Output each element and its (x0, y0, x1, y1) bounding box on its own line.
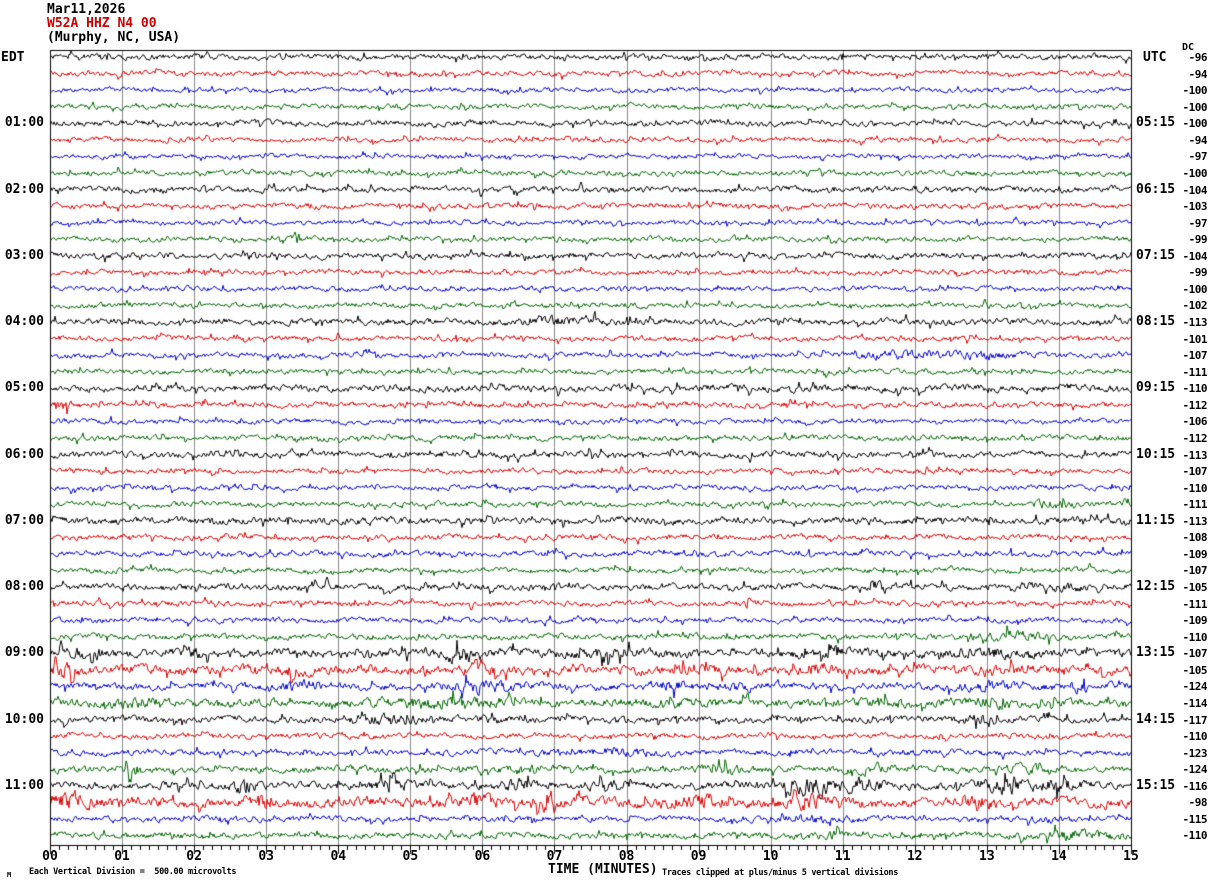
dc-offset-value: -111 (1182, 498, 1208, 512)
dc-offset-value: -105 (1182, 581, 1208, 594)
utc-time-label: 06:15 (1136, 181, 1176, 197)
dc-offset-value: -100 (1182, 84, 1208, 98)
utc-time-label: 13:15 (1136, 645, 1176, 661)
edt-time-label: 01:00 (4, 115, 44, 131)
dc-offset-value: -106 (1182, 415, 1208, 429)
dc-offset-value: -105 (1182, 663, 1208, 677)
title-station: W52A HHZ N4 00 (47, 16, 157, 31)
dc-offset-value: -124 (1182, 680, 1208, 694)
dc-offset-value: -113 (1182, 448, 1208, 462)
dc-offset-value: -94 (1188, 67, 1208, 81)
dc-offset-value: -110 (1182, 382, 1208, 396)
utc-time-label: 08:15 (1136, 314, 1176, 329)
dc-offset-value: -111 (1182, 597, 1208, 611)
dc-offset-value: -113 (1182, 316, 1208, 329)
edt-time-label: 08:00 (4, 579, 44, 594)
utc-time-label: 14:15 (1136, 711, 1176, 727)
edt-time-label: 04:00 (4, 314, 44, 329)
edt-time-label: 10:00 (4, 711, 44, 727)
dc-offset-value: -100 (1182, 100, 1208, 114)
dc-offset-value: -112 (1182, 431, 1208, 445)
edt-time-label: 11:00 (4, 777, 44, 793)
dc-offset-value: -99 (1188, 266, 1208, 280)
dc-offset-value: -110 (1182, 630, 1208, 644)
dc-offset-value: -96 (1188, 51, 1208, 64)
dc-offset-value: -98 (1188, 796, 1208, 810)
utc-time-label: 11:15 (1136, 512, 1176, 528)
x-tick-label: 13 (979, 849, 995, 864)
x-tick-label: 03 (258, 849, 275, 864)
dc-offset-value: -99 (1188, 233, 1208, 247)
x-tick-label: 01 (114, 849, 130, 864)
dc-offset-value: -123 (1182, 746, 1208, 760)
dc-offset-value: -102 (1182, 299, 1208, 313)
dc-offset-value: -107 (1182, 465, 1208, 479)
dc-offset-value: -111 (1182, 365, 1208, 379)
utc-time-label: 07:15 (1136, 247, 1176, 263)
dc-offset-value: -110 (1182, 730, 1208, 744)
dc-offset-value: -109 (1182, 614, 1208, 628)
utc-time-label: 10:15 (1136, 446, 1176, 462)
utc-time-label: 05:15 (1136, 115, 1176, 131)
dc-offset-value: -110 (1182, 481, 1208, 495)
dc-offset-value: -110 (1182, 829, 1208, 843)
x-tick-label: 05 (402, 849, 419, 864)
edt-time-label: 05:00 (4, 380, 44, 396)
dc-offset-value: -113 (1182, 514, 1208, 528)
dc-offset-value: -103 (1182, 200, 1208, 214)
dc-offset-value: -112 (1182, 398, 1208, 412)
x-tick-label: 15 (1123, 849, 1139, 864)
dc-offset-value: -94 (1188, 133, 1208, 147)
x-tick-label: 10 (762, 849, 779, 864)
dc-offset-value: -97 (1188, 150, 1208, 164)
edt-header: EDT (1, 50, 25, 65)
dc-offset-value: -115 (1182, 812, 1208, 826)
dc-offset-value: -116 (1182, 779, 1208, 793)
utc-header: UTC (1143, 50, 1167, 65)
dc-offset-value: -97 (1188, 216, 1208, 230)
x-axis-title: TIME (MINUTES) (548, 862, 658, 877)
dc-offset-value: -101 (1182, 332, 1208, 346)
utc-time-label: 15:15 (1136, 777, 1176, 793)
edt-time-label: 09:00 (4, 645, 44, 661)
dc-offset-value: -104 (1182, 249, 1208, 263)
x-tick-label: 02 (186, 849, 202, 864)
edt-time-label: 02:00 (4, 181, 44, 197)
x-tick-label: 09 (690, 849, 707, 864)
dc-offset-value: -100 (1182, 282, 1208, 296)
dc-offset-value: -104 (1182, 183, 1208, 197)
dc-offset-value: -107 (1182, 349, 1208, 363)
dc-offset-value: -114 (1182, 696, 1208, 710)
x-tick-label: 12 (906, 849, 923, 864)
utc-time-label: 09:15 (1136, 380, 1176, 396)
dc-offset-value: -109 (1182, 547, 1208, 561)
edt-time-label: 06:00 (4, 446, 44, 462)
title-date: Mar11,2026 (47, 2, 126, 17)
dc-offset-value: -100 (1182, 117, 1208, 131)
x-tick-label: 00 (42, 849, 58, 864)
utc-time-label: 12:15 (1136, 579, 1176, 594)
x-tick-label: 04 (330, 849, 347, 864)
seismogram-canvas (0, 0, 1210, 886)
title-location: (Murphy, NC, USA) (47, 30, 181, 45)
dc-offset-value: -107 (1182, 564, 1208, 578)
edt-time-label: 07:00 (4, 512, 44, 528)
dc-offset-value: -107 (1182, 647, 1208, 661)
dc-offset-value: -124 (1182, 763, 1208, 777)
dc-offset-value: -100 (1182, 166, 1208, 180)
x-tick-label: 14 (1051, 849, 1067, 864)
helicorder-page: Mar11,2026 W52A HHZ N4 00 (Murphy, NC, U… (0, 0, 1210, 886)
x-tick-label: 11 (834, 849, 851, 864)
scale-note: Each Vertical Division = 500.00 microvol… (29, 867, 237, 877)
corner-glyph: M (7, 871, 12, 879)
x-tick-label: 06 (474, 849, 491, 864)
clip-note: Traces clipped at plus/minus 5 vertical … (662, 868, 899, 878)
dc-offset-value: -108 (1182, 531, 1208, 545)
dc-offset-value: -117 (1182, 713, 1208, 727)
edt-time-label: 03:00 (4, 247, 44, 263)
